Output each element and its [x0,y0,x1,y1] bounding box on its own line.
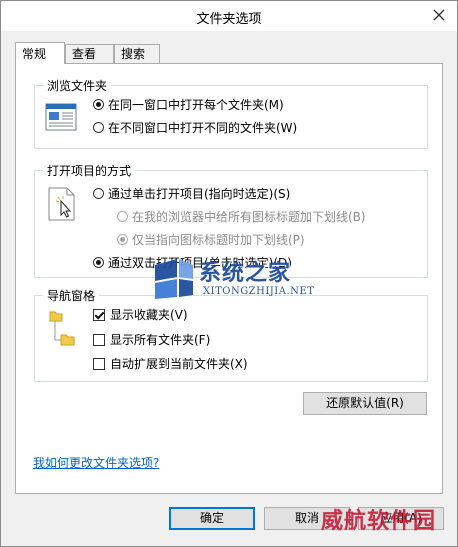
restore-defaults-button[interactable]: 还原默认值(R) [303,392,427,415]
title-bar: 文件夹选项 [1,1,457,31]
radio-new-window[interactable]: 在不同窗口中打开不同的文件夹(W) [93,119,297,137]
checkbox-auto-expand[interactable]: 自动扩展到当前文件夹(X) [93,355,248,373]
window-icon [45,103,77,131]
radio-single-click[interactable]: 通过单击打开项目(指向时选定)(S) [93,185,290,203]
window-title: 文件夹选项 [196,12,262,27]
radio-single-click-label: 通过单击打开项目(指向时选定)(S) [108,187,291,201]
restore-defaults-label: 还原默认值(R) [326,396,404,410]
browse-folders-group: 浏览文件夹 在同一窗口中打开每个文件夹(M) 在不同窗口中打开不同的文件夹(W) [34,77,428,149]
checkbox-show-favorites-box[interactable] [93,309,105,321]
tab-search-label: 搜索 [121,47,146,61]
checkbox-show-all-folders-box[interactable] [93,334,105,346]
site-watermark-logo: 系统之家 XITONGZHIJIA.NET [151,255,341,313]
close-icon[interactable] [431,7,447,23]
checkbox-auto-expand-label: 自动扩展到当前文件夹(X) [110,357,248,371]
tab-search[interactable]: 搜索 [114,44,160,63]
radio-single-click-indicator[interactable] [93,188,104,199]
tab-general-label: 常规 [22,47,47,61]
radio-new-window-indicator[interactable] [93,122,104,133]
radio-same-window-indicator[interactable] [93,99,104,110]
pointer-document-icon [48,187,75,221]
click-items-title: 打开项目的方式 [43,162,136,179]
browse-folders-title: 浏览文件夹 [43,77,112,94]
checkbox-show-all-folders-label: 显示所有文件夹(F) [110,333,211,347]
corner-watermark: 威航软件园 [321,509,437,534]
radio-underline-all-label: 在我的浏览器中给所有图标标题加下划线(B) [132,210,366,224]
watermark-brand-en: XITONGZHIJIA.NET [203,286,315,297]
radio-underline-all-indicator[interactable] [117,211,128,222]
help-link[interactable]: 我如何更改文件夹选项? [33,454,159,471]
ok-button[interactable]: 确定 [169,507,255,530]
radio-double-click-indicator[interactable] [93,257,104,268]
tab-view-label: 查看 [72,47,97,61]
folder-tree-icon [49,311,75,346]
cancel-button-label: 取消 [294,511,319,525]
radio-new-window-label: 在不同窗口中打开不同的文件夹(W) [108,121,298,135]
radio-underline-hover-label: 仅当指向图标标题时加下划线(P) [132,233,305,247]
radio-underline-all[interactable]: 在我的浏览器中给所有图标标题加下划线(B) [117,208,366,226]
radio-underline-hover-indicator[interactable] [117,234,128,245]
tab-view[interactable]: 查看 [65,44,114,63]
checkbox-auto-expand-box[interactable] [93,358,105,370]
watermark-brand-cn: 系统之家 [199,261,292,286]
radio-underline-hover[interactable]: 仅当指向图标标题时加下划线(P) [117,231,305,249]
ok-button-label: 确定 [199,511,224,525]
radio-same-window-label: 在同一窗口中打开每个文件夹(M) [108,98,284,112]
checkbox-show-all-folders[interactable]: 显示所有文件夹(F) [93,331,210,349]
watermark-emblem-icon [155,259,193,299]
radio-same-window[interactable]: 在同一窗口中打开每个文件夹(M) [93,96,284,114]
navigation-pane-title: 导航窗格 [43,287,100,304]
folder-options-dialog: 文件夹选项 常规 查看 搜索 浏览文件夹 在同一窗口中打开每个文件夹(M) 在不… [0,0,458,547]
tab-general[interactable]: 常规 [15,42,65,64]
